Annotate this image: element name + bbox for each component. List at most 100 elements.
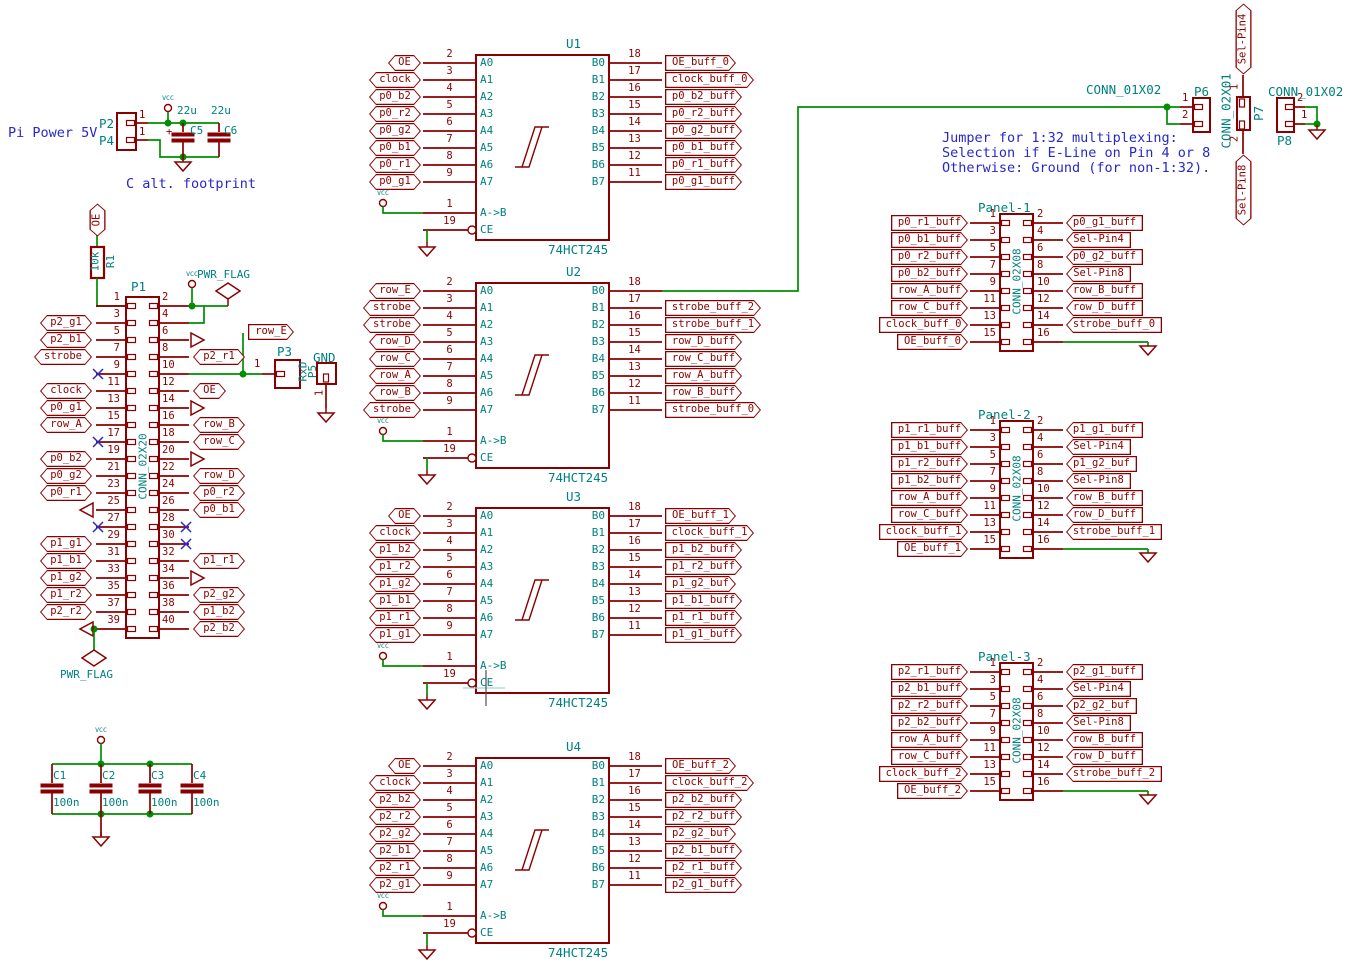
net-label[interactable]: p1_r2 — [369, 559, 421, 575]
ce-bubble[interactable] — [468, 929, 476, 937]
net-label[interactable]: OE_buff_0 — [897, 334, 968, 350]
pin-mark[interactable] — [1024, 306, 1032, 311]
ref-c2[interactable]: C2 — [102, 769, 115, 782]
pin-mark[interactable] — [1024, 496, 1032, 501]
net-label[interactable]: p1_g1_buff — [1066, 422, 1143, 438]
pin-mark[interactable] — [150, 304, 158, 309]
value-c2[interactable]: 100n — [102, 796, 129, 809]
net-label[interactable]: p1_b2_buff — [665, 542, 742, 558]
net-label[interactable]: p1_b1 — [369, 593, 421, 609]
net-label[interactable]: p1_r2_buff — [891, 456, 968, 472]
net-label[interactable]: OE_buff_1 — [665, 508, 736, 524]
net-label[interactable]: strobe_buff_1 — [665, 317, 761, 333]
gnd-arrow-right[interactable] — [191, 333, 204, 347]
cap-plate[interactable] — [181, 784, 203, 787]
net-label[interactable]: OE_buff_1 — [897, 541, 968, 557]
gnd-arrow-right[interactable] — [191, 452, 204, 466]
cap-plate[interactable] — [90, 790, 112, 793]
net-label[interactable]: clock_buff_1 — [665, 525, 754, 541]
pin-mark[interactable] — [1024, 272, 1032, 277]
net-label[interactable]: p2_b2_buff — [665, 792, 742, 808]
net-label[interactable]: strobe — [363, 317, 421, 333]
pin-mark[interactable] — [128, 338, 136, 343]
value-c5[interactable]: 22u — [177, 104, 197, 117]
net-label[interactable]: p2_g2 — [193, 587, 245, 603]
net-label[interactable]: p0_r2_buff — [891, 249, 968, 265]
net-label[interactable]: row_C_buff — [891, 507, 968, 523]
pin-mark[interactable] — [127, 121, 135, 126]
pin-mark[interactable] — [150, 559, 158, 564]
pin-mark[interactable] — [128, 389, 136, 394]
pin-mark[interactable] — [150, 389, 158, 394]
net-label[interactable]: row_B_buff — [1066, 283, 1143, 299]
net-label[interactable]: p2_b1_buff — [891, 681, 968, 697]
pin-mark[interactable] — [128, 559, 136, 564]
net-label[interactable]: row_D_buff — [1066, 507, 1143, 523]
net-label[interactable]: p2_b2_buff — [891, 715, 968, 731]
net-label[interactable]: p1_g1 — [369, 627, 421, 643]
net-label[interactable]: OE — [388, 55, 421, 71]
net-label[interactable]: p2_g1_buff — [1066, 664, 1143, 680]
pin-mark[interactable] — [1024, 289, 1032, 294]
vcc-symbol[interactable] — [380, 903, 387, 910]
net-label[interactable]: p1_b2_buff — [891, 473, 968, 489]
note-c-alt-footprint[interactable]: C alt. footprint — [126, 176, 256, 192]
pin-mark[interactable] — [150, 491, 158, 496]
net-label[interactable]: strobe — [34, 349, 92, 365]
ce-bubble[interactable] — [468, 679, 476, 687]
net-label[interactable]: p1_g1_buff — [665, 627, 742, 643]
note-jumper-line3[interactable]: Otherwise: Ground (for non-1:32). — [942, 160, 1210, 176]
ref-c6[interactable]: C6 — [224, 124, 237, 137]
net-label[interactable]: p1_b1_buff — [665, 593, 742, 609]
net-label[interactable]: p0_r1 — [40, 485, 92, 501]
net-label[interactable]: p2_g1 — [40, 315, 92, 331]
net-label[interactable]: p0_b2 — [369, 89, 421, 105]
net-label[interactable]: p1_r2_buff — [665, 559, 742, 575]
pin-mark[interactable] — [150, 610, 158, 615]
pin-mark[interactable] — [150, 372, 158, 377]
net-label[interactable]: row_D_buff — [1066, 749, 1143, 765]
pin-mark[interactable] — [1024, 789, 1032, 794]
net-label[interactable]: Sel-Pin8 — [1066, 473, 1131, 489]
net-label[interactable]: Sel-Pin4 — [1066, 232, 1131, 248]
ref-p8[interactable]: P8 — [1277, 133, 1292, 148]
schematic-canvas[interactable]: Pi Power 5V C alt. footprint Jumper for … — [0, 0, 1354, 969]
net-label[interactable]: p0_r1_buff — [891, 215, 968, 231]
pin-mark[interactable] — [1024, 445, 1032, 450]
wire[interactable] — [383, 207, 423, 214]
pin-mark[interactable] — [1002, 289, 1010, 294]
net-label[interactable]: OE — [388, 508, 421, 524]
ce-bubble[interactable] — [468, 454, 476, 462]
net-label[interactable]: p1_g2_buf — [1066, 456, 1137, 472]
net-label[interactable]: strobe_buff_0 — [665, 402, 761, 418]
pin-mark[interactable] — [1195, 122, 1203, 127]
pin-mark[interactable] — [1002, 323, 1010, 328]
pin-mark[interactable] — [127, 138, 135, 143]
pin-mark[interactable] — [1002, 704, 1010, 709]
pin-mark[interactable] — [1024, 238, 1032, 243]
net-label[interactable]: p1_r1 — [193, 553, 245, 569]
pin-mark[interactable] — [1002, 272, 1010, 277]
net-label[interactable]: strobe_buff_1 — [1066, 524, 1162, 540]
pin-mark[interactable] — [1024, 547, 1032, 552]
cap-plate[interactable] — [139, 790, 161, 793]
ref-p2[interactable]: P2 — [99, 116, 114, 131]
net-label[interactable]: row_D — [369, 334, 421, 350]
gnd-arrow-right[interactable] — [191, 401, 204, 415]
pin-mark[interactable] — [1024, 428, 1032, 433]
vcc-symbol[interactable] — [98, 737, 105, 744]
pin-mark[interactable] — [1024, 513, 1032, 518]
pin-mark[interactable] — [1002, 687, 1010, 692]
net-label[interactable]: row_B_buff — [665, 385, 742, 401]
net-label[interactable]: p1_b2 — [193, 604, 245, 620]
gnd-symbol[interactable] — [419, 700, 435, 709]
cap-plate[interactable] — [90, 784, 112, 787]
pin-mark[interactable] — [128, 406, 136, 411]
gnd-arrow-right[interactable] — [191, 571, 204, 585]
pin-mark[interactable] — [150, 508, 158, 513]
pin-mark[interactable] — [1024, 772, 1032, 777]
pin-mark[interactable] — [1002, 547, 1010, 552]
value-c3[interactable]: 100n — [151, 796, 178, 809]
pin-mark[interactable] — [128, 525, 136, 530]
pin-mark[interactable] — [150, 457, 158, 462]
